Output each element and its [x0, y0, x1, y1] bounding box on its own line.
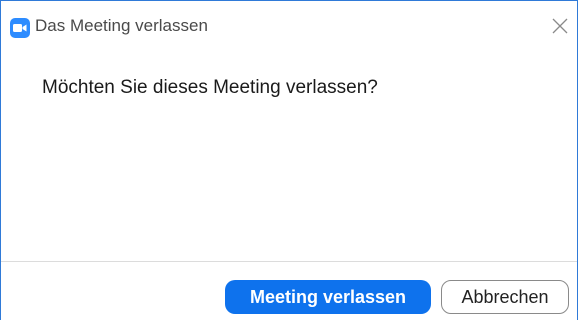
dialog-message: Möchten Sie dieses Meeting verlassen?	[42, 77, 378, 98]
close-icon	[552, 18, 568, 34]
close-button[interactable]	[547, 13, 573, 39]
video-camera-icon	[10, 18, 30, 38]
title-bar: Das Meeting verlassen	[1, 1, 577, 47]
window-title: Das Meeting verlassen	[35, 16, 208, 35]
dialog-footer: Meeting verlassen Abbrechen	[1, 261, 577, 321]
leave-meeting-dialog: Das Meeting verlassen Möchten Sie dieses…	[0, 0, 578, 321]
cancel-button[interactable]: Abbrechen	[441, 280, 569, 314]
leave-meeting-button[interactable]: Meeting verlassen	[225, 280, 431, 314]
